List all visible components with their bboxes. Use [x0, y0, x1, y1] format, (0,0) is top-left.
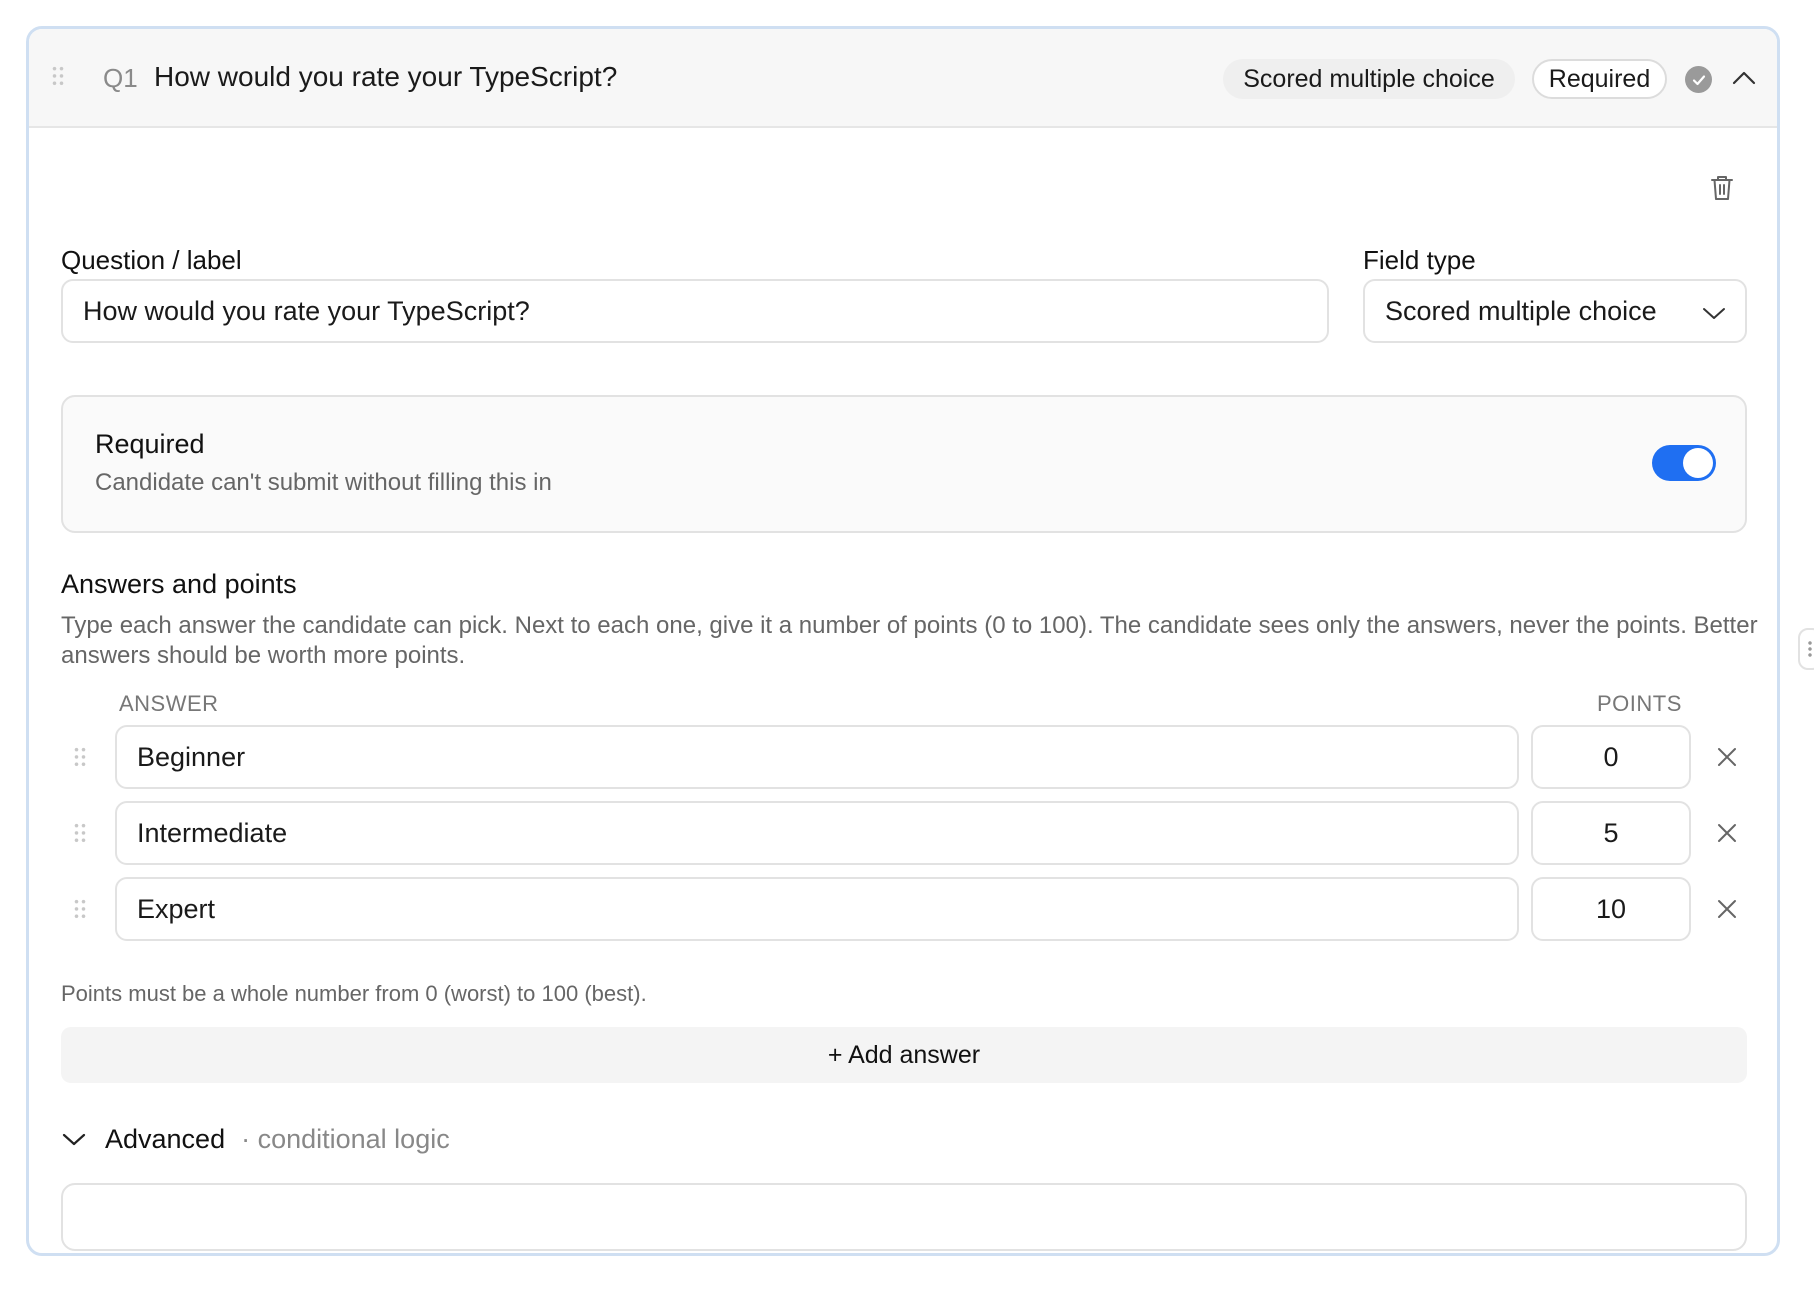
question-input[interactable]: How would you rate your TypeScript?: [61, 279, 1329, 343]
chevron-up-icon[interactable]: [1729, 63, 1759, 93]
question-card: Q1 How would you rate your TypeScript? S…: [26, 26, 1780, 1256]
required-badge: Required: [1532, 59, 1667, 99]
drag-handle-icon[interactable]: [51, 65, 65, 87]
question-label: Question / label: [61, 245, 242, 275]
advanced-toggle[interactable]: Advanced · conditional logic: [61, 1119, 450, 1159]
more-vertical-icon: [1808, 640, 1812, 658]
field-type-value: Scored multiple choice: [1385, 295, 1657, 326]
drag-handle-icon[interactable]: [73, 898, 87, 920]
points-helper-text: Points must be a whole number from 0 (wo…: [61, 981, 647, 1006]
check-icon: [1685, 66, 1712, 93]
close-icon[interactable]: [1715, 897, 1739, 921]
points-column-header: POINTS: [1597, 691, 1682, 716]
points-input[interactable]: 10: [1531, 877, 1691, 941]
answer-input[interactable]: Expert: [115, 877, 1519, 941]
answer-row: Expert 10: [29, 877, 1777, 941]
field-type-badge: Scored multiple choice: [1223, 59, 1515, 99]
answer-input[interactable]: Intermediate: [115, 801, 1519, 865]
side-panel-handle[interactable]: [1798, 628, 1814, 670]
advanced-panel: [61, 1183, 1747, 1251]
answers-section-description: Type each answer the candidate can pick.…: [61, 612, 1758, 669]
answer-row: Intermediate 5: [29, 801, 1777, 865]
required-setting-title: Required: [95, 429, 205, 459]
field-type-select[interactable]: Scored multiple choice: [1363, 279, 1747, 343]
toggle-knob: [1683, 448, 1713, 478]
close-icon[interactable]: [1715, 821, 1739, 845]
advanced-subtitle: · conditional logic: [241, 1123, 450, 1154]
answers-section-title: Answers and points: [61, 569, 297, 599]
points-input[interactable]: 5: [1531, 801, 1691, 865]
trash-icon[interactable]: [1709, 173, 1735, 203]
advanced-title: Advanced: [105, 1123, 226, 1154]
chevron-down-icon: [1701, 299, 1727, 319]
required-toggle[interactable]: [1652, 445, 1716, 481]
drag-handle-icon[interactable]: [73, 746, 87, 768]
question-title: How would you rate your TypeScript?: [154, 61, 618, 92]
question-card-header[interactable]: Q1 How would you rate your TypeScript? S…: [29, 29, 1777, 128]
question-number: Q1: [103, 63, 138, 93]
required-setting-panel: Required Candidate can't submit without …: [61, 395, 1747, 533]
drag-handle-icon[interactable]: [73, 822, 87, 844]
close-icon[interactable]: [1715, 745, 1739, 769]
answer-input[interactable]: Beginner: [115, 725, 1519, 789]
required-setting-description: Candidate can't submit without filling t…: [95, 469, 552, 496]
field-type-label: Field type: [1363, 245, 1476, 275]
answer-row: Beginner 0: [29, 725, 1777, 789]
answer-column-header: ANSWER: [119, 691, 219, 716]
points-input[interactable]: 0: [1531, 725, 1691, 789]
add-answer-button[interactable]: + Add answer: [61, 1027, 1747, 1083]
chevron-down-icon: [61, 1129, 87, 1149]
